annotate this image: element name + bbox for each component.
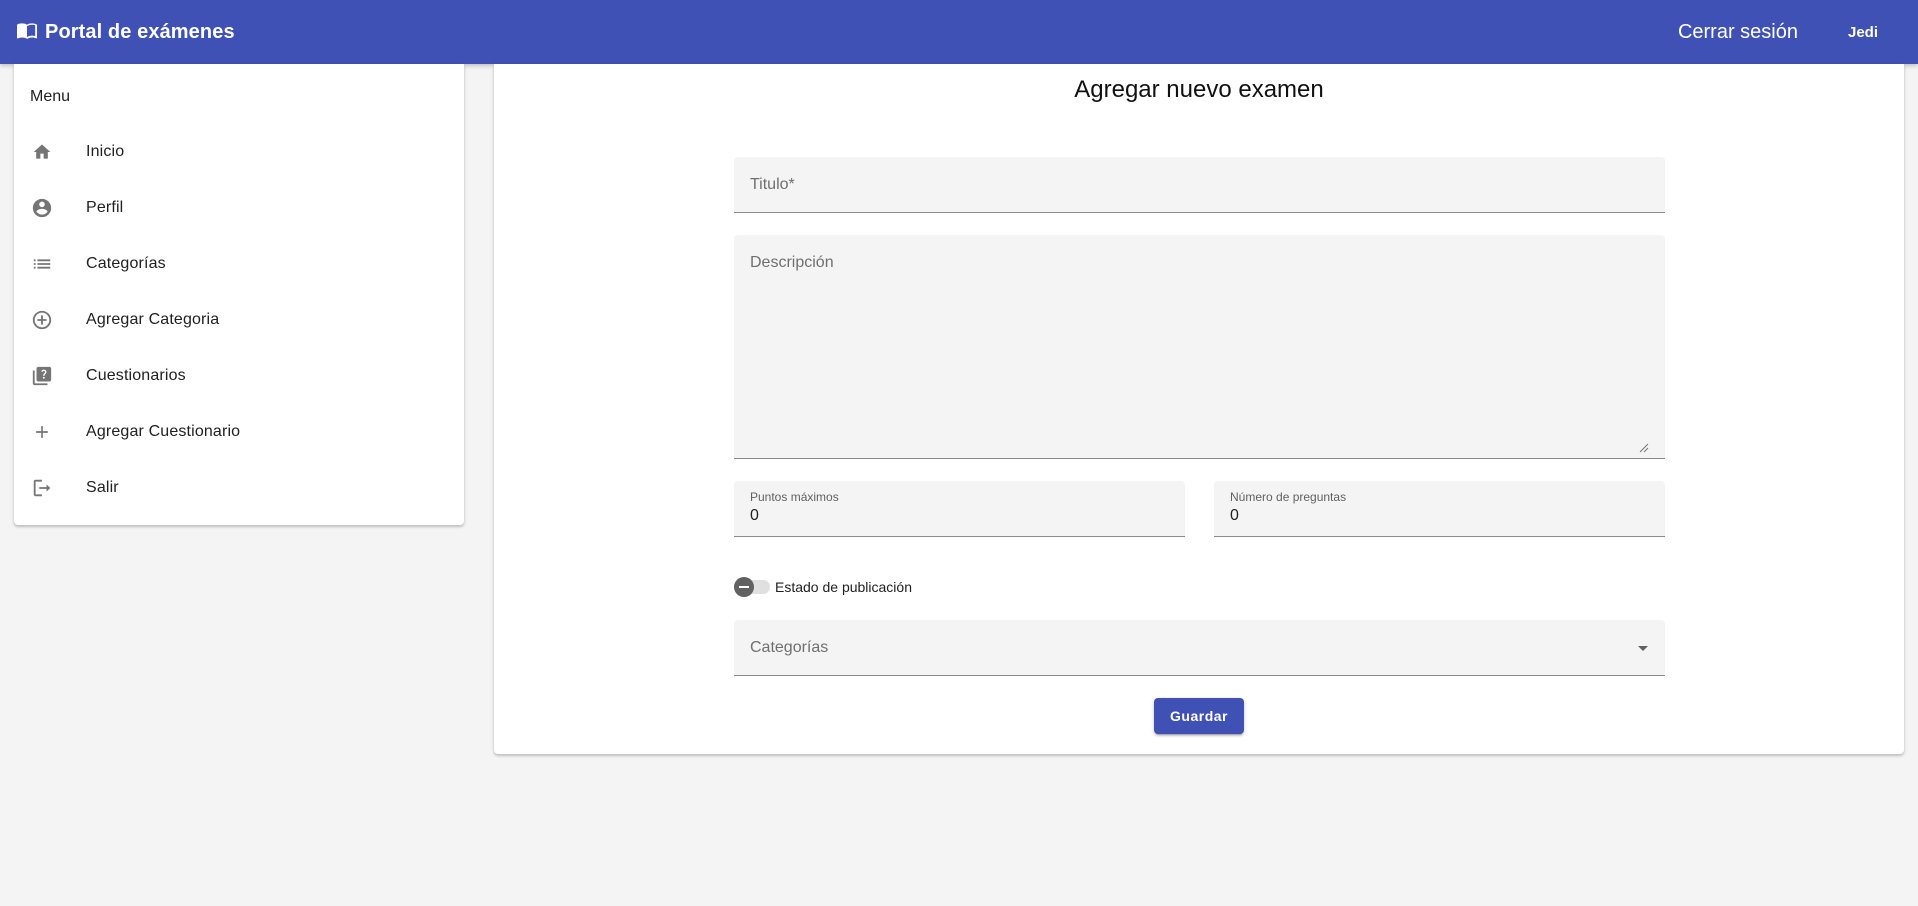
sidebar-item-cuestionarios[interactable]: Cuestionarios bbox=[14, 352, 464, 400]
toggle-track[interactable] bbox=[734, 577, 770, 597]
sidebar-item-label: Agregar Categoria bbox=[86, 311, 220, 328]
description-field[interactable]: Descripción bbox=[734, 235, 1665, 459]
sidebar-item-label: Salir bbox=[86, 479, 119, 496]
dropdown-arrow-icon[interactable] bbox=[1638, 646, 1648, 651]
brand[interactable]: Portal de exámenes bbox=[15, 20, 235, 44]
sidebar-item-label: Inicio bbox=[86, 143, 125, 160]
sidebar-item-label: Agregar Cuestionario bbox=[86, 423, 241, 440]
add-exam-card: Agregar nuevo examen Titulo* Descripción… bbox=[494, 64, 1904, 754]
quiz-icon bbox=[30, 364, 54, 388]
sidebar-item-inicio[interactable]: Inicio bbox=[14, 128, 464, 176]
logout-icon bbox=[30, 476, 54, 500]
description-placeholder: Descripción bbox=[750, 254, 834, 271]
categories-select[interactable]: Categorías bbox=[734, 620, 1665, 676]
resize-handle-icon[interactable] bbox=[1639, 440, 1649, 453]
sidebar-title: Menu bbox=[30, 88, 71, 105]
num-questions-label: Número de preguntas bbox=[1230, 490, 1347, 504]
list-icon bbox=[30, 252, 54, 276]
sidebar-item-label: Perfil bbox=[86, 199, 124, 216]
publish-toggle[interactable]: Estado de publicación bbox=[734, 577, 912, 597]
sidebar-item-label: Cuestionarios bbox=[86, 367, 186, 384]
num-questions-value: 0 bbox=[1230, 507, 1239, 524]
num-questions-field[interactable]: Número de preguntas 0 bbox=[1214, 481, 1665, 537]
categories-placeholder: Categorías bbox=[750, 639, 829, 656]
sidebar-item-categorias[interactable]: Categorías bbox=[14, 240, 464, 288]
publish-toggle-label: Estado de publicación bbox=[775, 579, 912, 595]
max-points-value: 0 bbox=[750, 507, 759, 524]
max-points-label: Puntos máximos bbox=[750, 490, 839, 504]
sidebar-item-salir[interactable]: Salir bbox=[14, 464, 464, 512]
max-points-field[interactable]: Puntos máximos 0 bbox=[734, 481, 1185, 537]
plus-icon bbox=[30, 420, 54, 444]
title-placeholder: Titulo* bbox=[750, 176, 795, 193]
top-toolbar: Portal de exámenes Cerrar sesión Jedi bbox=[0, 0, 1918, 64]
sidebar-item-label: Categorías bbox=[86, 255, 166, 272]
logout-button[interactable]: Cerrar sesión bbox=[1678, 21, 1798, 44]
home-icon bbox=[30, 140, 54, 164]
sidebar-item-agregar-cuestionario[interactable]: Agregar Cuestionario bbox=[14, 408, 464, 456]
toggle-thumb[interactable] bbox=[734, 577, 754, 597]
save-button[interactable]: Guardar bbox=[1154, 698, 1244, 734]
app-title: Portal de exámenes bbox=[45, 20, 235, 43]
sidebar: Menu Inicio Perfil Categorías Agregar Ca… bbox=[14, 64, 464, 525]
page-title: Agregar nuevo examen bbox=[1074, 76, 1324, 103]
title-field[interactable]: Titulo* bbox=[734, 157, 1665, 213]
account-circle-icon bbox=[30, 196, 54, 220]
menu-book-icon bbox=[15, 20, 39, 44]
add-circle-outline-icon bbox=[30, 308, 54, 332]
sidebar-item-agregar-categoria[interactable]: Agregar Categoria bbox=[14, 296, 464, 344]
user-button[interactable]: Jedi bbox=[1848, 24, 1878, 41]
sidebar-item-perfil[interactable]: Perfil bbox=[14, 184, 464, 232]
